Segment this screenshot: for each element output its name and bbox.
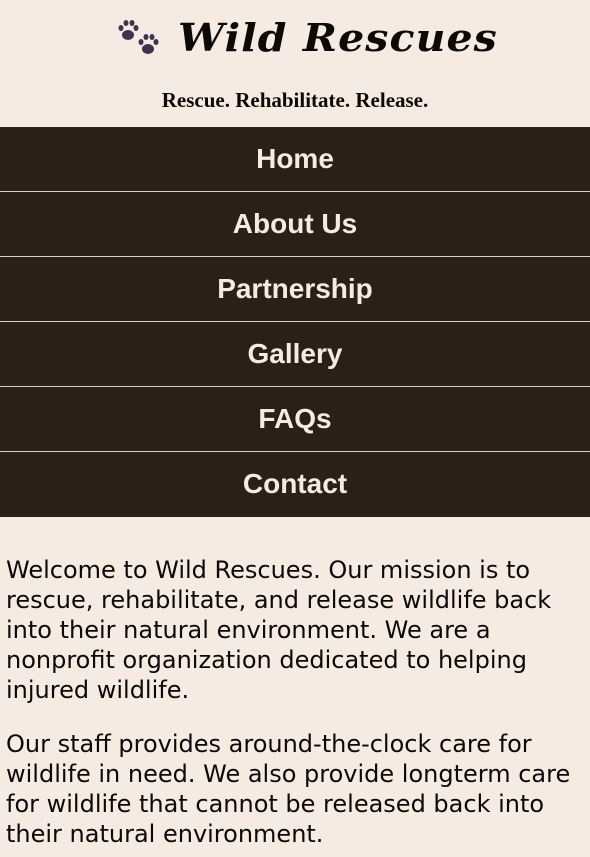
site-header: Wild Rescues Rescue. Rehabilitate. Relea… (0, 0, 590, 127)
paw-prints-icon (116, 17, 162, 57)
site-title: Wild Rescues (177, 14, 498, 60)
nav-item-home[interactable]: Home (0, 127, 590, 192)
welcome-paragraph: Welcome to Wild Rescues. Our mission is … (6, 556, 552, 704)
staff-paragraph: Our staff provides around-the-clock care… (6, 730, 571, 848)
nav-item-about-us[interactable]: About Us (0, 192, 590, 257)
tagline: Rescue. Rehabilitate. Release. (161, 88, 429, 112)
brand[interactable]: Wild Rescues (0, 10, 590, 64)
main-content: Welcome to Wild Rescues. Our mission is … (0, 517, 590, 849)
nav-item-contact[interactable]: Contact (0, 452, 590, 517)
nav-item-partnership[interactable]: Partnership (0, 257, 590, 322)
nav-item-faqs[interactable]: FAQs (0, 387, 590, 452)
nav-item-gallery[interactable]: Gallery (0, 322, 590, 387)
main-nav: Home About Us Partnership Gallery FAQs C… (0, 127, 590, 517)
